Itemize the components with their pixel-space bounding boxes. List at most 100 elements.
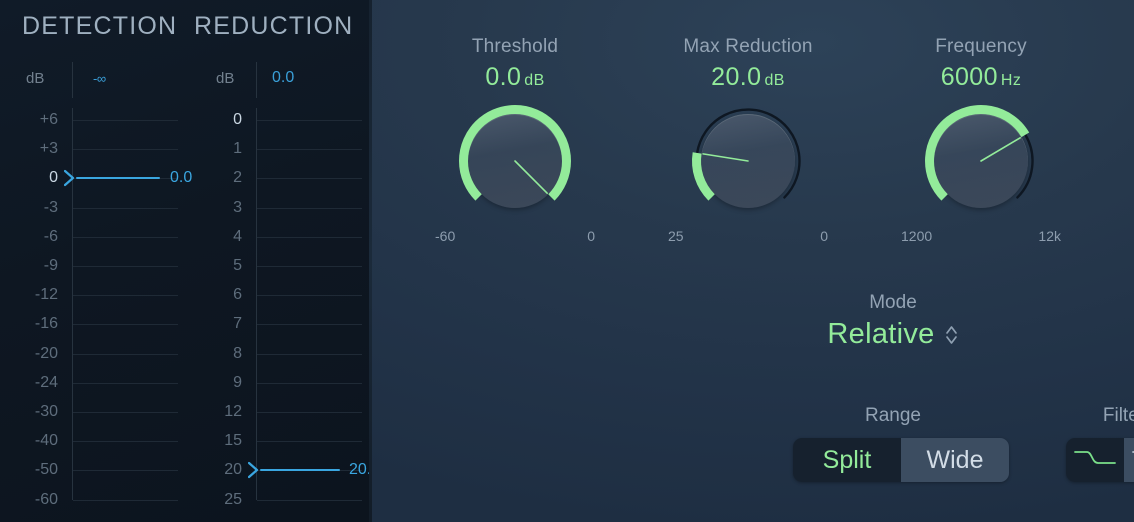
mode-dropdown[interactable]: Relative xyxy=(827,318,958,351)
tick-line xyxy=(73,208,178,209)
tick-label: -12 xyxy=(12,287,58,303)
chevron-up-down-icon xyxy=(944,322,959,348)
knob-value-unit: dB xyxy=(524,72,544,89)
reduction-scale-axis xyxy=(256,108,257,500)
tick-line xyxy=(73,295,178,296)
knob-value-number: 0.0 xyxy=(485,63,521,91)
knob-max-label: 0 xyxy=(820,228,828,244)
controls-panel: Threshold0.0dB-600 Max Reduction20.0dB25… xyxy=(372,0,1134,522)
tick-line xyxy=(73,324,178,325)
tick-line xyxy=(257,441,362,442)
knob-min-label: 25 xyxy=(668,228,684,244)
reduction-scale: 012345678912152025 xyxy=(190,0,372,522)
mode-value: Relative xyxy=(827,318,934,351)
tick-line xyxy=(257,324,362,325)
knob-value-unit: Hz xyxy=(1001,72,1021,89)
tick-label: 5 xyxy=(196,258,242,274)
max-reduction-knob-group[interactable]: Max Reduction 20.0dB 25 0 xyxy=(648,36,848,245)
max-reduction-marker-chevron-icon xyxy=(248,460,260,480)
tick-label: 2 xyxy=(196,170,242,186)
range-option-split[interactable]: Split xyxy=(793,438,901,482)
knob-arc xyxy=(923,103,1039,219)
knob-arc xyxy=(457,103,573,219)
tick-label: +3 xyxy=(12,141,58,157)
tick-line xyxy=(257,412,362,413)
tick-label: -20 xyxy=(12,346,58,362)
knob-fill xyxy=(930,110,1026,198)
plugin-window: DETECTION REDUCTION dB -∞ +6+30-3-6-9-12… xyxy=(0,0,1134,522)
tick-label: 20 xyxy=(196,462,242,478)
tick-line xyxy=(73,354,178,355)
knob-dial[interactable] xyxy=(923,103,1039,219)
tick-label: 15 xyxy=(196,433,242,449)
knob-fill xyxy=(464,110,567,198)
tick-label: 25 xyxy=(196,492,242,508)
range-segmented-control[interactable]: Split Wide xyxy=(793,438,1009,482)
tick-label: 7 xyxy=(196,316,242,332)
tick-label: 8 xyxy=(196,346,242,362)
tick-line xyxy=(73,266,178,267)
tick-line xyxy=(73,412,178,413)
threshold-knob-group[interactable]: Threshold 0.0dB -60 0 xyxy=(415,36,615,245)
range-label: Range xyxy=(793,405,993,427)
detection-meter[interactable]: dB -∞ +6+30-3-6-9-12-16-20-24-30-40-50-6… xyxy=(0,0,190,522)
tick-label: 0 xyxy=(196,112,242,128)
tick-line xyxy=(257,208,362,209)
tick-label: -50 xyxy=(12,462,58,478)
shelf-filter-icon xyxy=(1073,444,1117,477)
frequency-knob-group[interactable]: Frequency 6000Hz 1200 12k xyxy=(881,36,1081,245)
tick-line xyxy=(73,383,178,384)
tick-label: 3 xyxy=(196,200,242,216)
range-group: Range Split Wide xyxy=(793,405,993,482)
filter-option-notch[interactable] xyxy=(1124,438,1134,482)
knob-min-label: -60 xyxy=(435,228,455,244)
tick-label: -16 xyxy=(12,316,58,332)
tick-label: 0 xyxy=(12,170,58,186)
detection-scale: +6+30-3-6-9-12-16-20-24-30-40-50-60 xyxy=(0,0,190,522)
tick-line xyxy=(73,149,178,150)
knob-value: 6000Hz xyxy=(881,63,1081,92)
knob-max-label: 0 xyxy=(587,228,595,244)
tick-label: -60 xyxy=(12,492,58,508)
knob-track xyxy=(1017,135,1032,198)
filter-label: Filter xyxy=(1041,405,1134,427)
knob-dial[interactable] xyxy=(690,103,806,219)
tick-line xyxy=(257,500,362,501)
tick-line xyxy=(257,149,362,150)
knob-max-label: 12k xyxy=(1038,228,1061,244)
knob-value-number: 6000 xyxy=(941,63,998,91)
knob-label: Frequency xyxy=(881,36,1081,58)
knob-track xyxy=(697,110,799,198)
tick-line xyxy=(73,470,178,471)
knob-dial[interactable] xyxy=(457,103,573,219)
filter-group: Filter xyxy=(1041,405,1134,482)
tick-line xyxy=(257,266,362,267)
tick-label: -24 xyxy=(12,375,58,391)
knob-pointer xyxy=(515,161,547,193)
knob-value-number: 20.0 xyxy=(711,63,761,91)
knob-label: Threshold xyxy=(415,36,615,58)
knob-arc xyxy=(690,103,806,219)
tick-label: 6 xyxy=(196,287,242,303)
filter-segmented-control[interactable] xyxy=(1066,438,1134,482)
knob-pointer xyxy=(981,138,1020,161)
range-option-wide[interactable]: Wide xyxy=(901,438,1009,482)
threshold-marker-chevron-icon xyxy=(64,168,76,188)
tick-label: -40 xyxy=(12,433,58,449)
tick-label: -3 xyxy=(12,200,58,216)
tick-line xyxy=(73,120,178,121)
knob-fill xyxy=(696,153,711,197)
tick-line xyxy=(257,383,362,384)
filter-option-shelf[interactable] xyxy=(1066,438,1124,482)
knob-value-unit: dB xyxy=(764,72,784,89)
threshold-marker-value: 0.0 xyxy=(170,169,192,187)
reduction-meter[interactable]: dB 0.0 012345678912152025 20.0 xyxy=(190,0,372,522)
mode-group: Mode Relative xyxy=(793,292,993,351)
tick-line xyxy=(257,354,362,355)
knob-min-label: 1200 xyxy=(901,228,932,244)
knob-value: 20.0dB xyxy=(648,63,848,92)
tick-label: +6 xyxy=(12,112,58,128)
mode-label: Mode xyxy=(793,292,993,314)
tick-label: 1 xyxy=(196,141,242,157)
knob-label: Max Reduction xyxy=(648,36,848,58)
